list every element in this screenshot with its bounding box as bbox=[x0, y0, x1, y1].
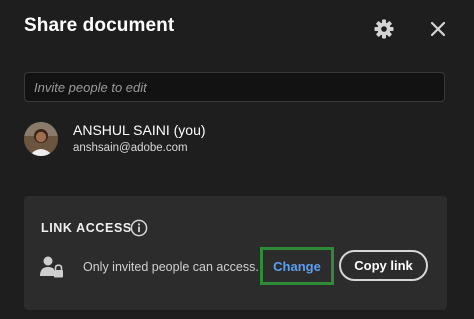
access-status-text: Only invited people can access. bbox=[83, 260, 259, 274]
link-access-label: LINK ACCESS bbox=[41, 221, 132, 235]
user-name: ANSHUL SAINI (you) bbox=[73, 122, 206, 138]
invite-input[interactable] bbox=[24, 72, 445, 102]
lock-person-icon bbox=[40, 256, 63, 278]
user-email: anshsain@adobe.com bbox=[73, 142, 188, 154]
info-icon[interactable] bbox=[130, 219, 148, 237]
change-access-link[interactable]: Change bbox=[260, 247, 334, 285]
link-access-panel: LINK ACCESS Only invited people can acce… bbox=[24, 196, 447, 310]
dialog-title: Share document bbox=[24, 15, 175, 36]
copy-link-button[interactable]: Copy link bbox=[339, 250, 428, 281]
gear-icon[interactable] bbox=[372, 17, 396, 41]
avatar bbox=[24, 122, 58, 156]
change-link-label: Change bbox=[273, 258, 321, 274]
close-icon[interactable] bbox=[427, 18, 449, 40]
